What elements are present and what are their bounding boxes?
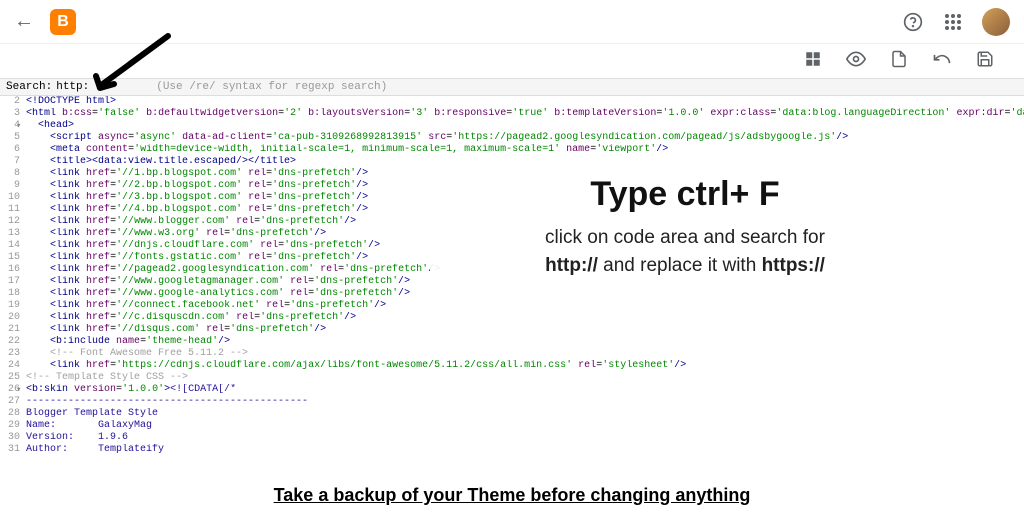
code-line[interactable]: 22 <b:include name='theme-head'/> bbox=[0, 336, 1024, 348]
code-line[interactable]: 18 <link href='//www.google-analytics.co… bbox=[0, 288, 1024, 300]
code-line[interactable]: 23 <!-- Font Awesome Free 5.11.2 --> bbox=[0, 348, 1024, 360]
code-line[interactable]: 25<!-- Template Style CSS --> bbox=[0, 372, 1024, 384]
undo-icon[interactable] bbox=[932, 49, 952, 74]
avatar[interactable] bbox=[982, 8, 1010, 36]
code-line[interactable]: 21 <link href='//disqus.com' rel='dns-pr… bbox=[0, 324, 1024, 336]
code-line[interactable]: 31Author: Templateify bbox=[0, 444, 1024, 456]
blogger-logo[interactable]: B bbox=[50, 9, 76, 35]
code-line[interactable]: ▾4 <head> bbox=[0, 120, 1024, 132]
code-line[interactable]: 28Blogger Template Style bbox=[0, 408, 1024, 420]
overlay-text: click on code area and search forhttp://… bbox=[430, 224, 940, 279]
customize-icon[interactable] bbox=[804, 50, 822, 73]
preview-icon[interactable] bbox=[846, 49, 866, 74]
apps-icon[interactable] bbox=[942, 11, 964, 33]
code-line[interactable]: 30Version: 1.9.6 bbox=[0, 432, 1024, 444]
save-icon[interactable] bbox=[976, 50, 994, 73]
code-line[interactable]: 27--------------------------------------… bbox=[0, 396, 1024, 408]
code-line[interactable]: 7 <title><data:view.title.escaped/></tit… bbox=[0, 156, 1024, 168]
code-line[interactable]: 2<!DOCTYPE html> bbox=[0, 96, 1024, 108]
instruction-overlay: Type ctrl+ F click on code area and sear… bbox=[430, 175, 940, 279]
code-line[interactable]: 19 <link href='//connect.facebook.net' r… bbox=[0, 300, 1024, 312]
search-bar[interactable]: Search: (Use /re/ syntax for regexp sear… bbox=[0, 78, 1024, 96]
code-line[interactable]: 6 <meta content='width=device-width, ini… bbox=[0, 144, 1024, 156]
help-icon[interactable] bbox=[902, 11, 924, 33]
code-line[interactable]: 29Name: GalaxyMag bbox=[0, 420, 1024, 432]
code-line[interactable]: ▾26<b:skin version='1.0.0'><![CDATA[/* bbox=[0, 384, 1024, 396]
code-line[interactable]: 20 <link href='//c.disquscdn.com' rel='d… bbox=[0, 312, 1024, 324]
search-hint: (Use /re/ syntax for regexp search) bbox=[156, 81, 387, 93]
code-line[interactable]: 24 <link href='https://cdnjs.cloudflare.… bbox=[0, 360, 1024, 372]
footer-warning: Take a backup of your Theme before chang… bbox=[0, 485, 1024, 506]
code-line[interactable]: 5 <script async='async' data-ad-client='… bbox=[0, 132, 1024, 144]
search-input[interactable] bbox=[56, 81, 116, 93]
search-label: Search: bbox=[6, 81, 52, 93]
code-line[interactable]: 3<html b:css='false' b:defaultwidgetvers… bbox=[0, 108, 1024, 120]
back-arrow[interactable]: ← bbox=[14, 10, 34, 33]
overlay-title: Type ctrl+ F bbox=[430, 175, 940, 214]
document-icon[interactable] bbox=[890, 50, 908, 73]
